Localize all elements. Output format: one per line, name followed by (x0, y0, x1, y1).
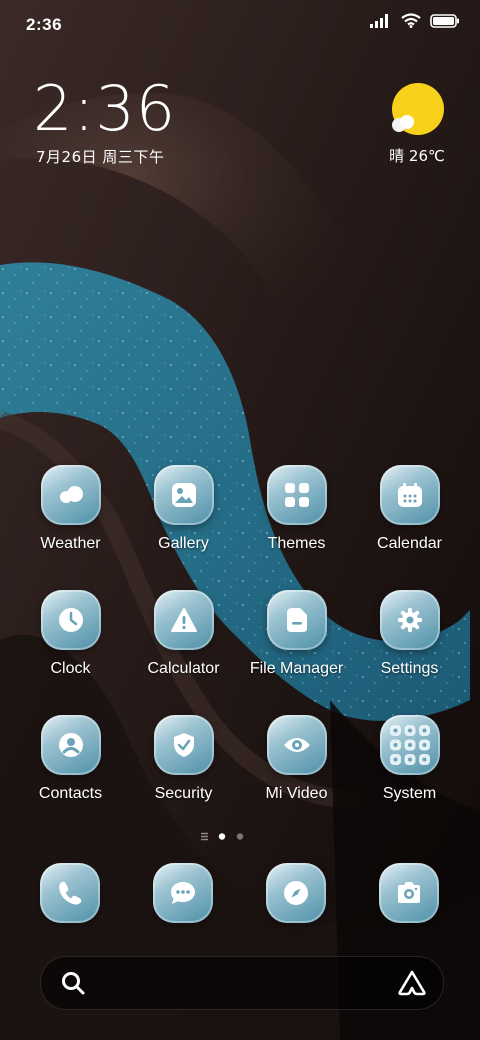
app-label: Calculator (147, 660, 220, 677)
signal-icon (370, 13, 388, 28)
grid-icon (266, 465, 327, 525)
app-themes[interactable]: Themes (240, 465, 353, 565)
app-security[interactable]: Security (127, 715, 240, 815)
dock-phone[interactable] (40, 863, 100, 923)
image-icon (153, 465, 214, 525)
camera-icon (379, 863, 439, 923)
status-icons (370, 13, 460, 28)
eye-icon (266, 715, 327, 775)
app-file-manager[interactable]: File Manager (240, 590, 353, 690)
app-system-folder[interactable]: System (353, 715, 466, 815)
folder-grid-icon (379, 715, 440, 775)
app-label: Settings (380, 660, 439, 677)
phone-icon (40, 863, 100, 923)
shield-check-icon (153, 715, 214, 775)
weather-widget[interactable]: 晴 26℃ (382, 80, 452, 170)
app-gallery[interactable]: Gallery (127, 465, 240, 565)
search-bar[interactable] (40, 956, 444, 1010)
assistant-icon[interactable] (397, 970, 427, 996)
app-label: Mi Video (265, 785, 328, 802)
home-clock[interactable]: 2:36 (33, 74, 176, 144)
feed-lines-icon (201, 832, 208, 841)
app-label: System (382, 785, 437, 802)
calendar-icon (379, 465, 440, 525)
cloud-icon (40, 465, 101, 525)
sunny-partly-cloudy-icon (392, 83, 444, 135)
app-label: Gallery (158, 535, 209, 552)
dock-browser[interactable] (266, 863, 326, 923)
gear-icon (379, 590, 440, 650)
wifi-icon (401, 13, 421, 28)
compass-icon (266, 863, 326, 923)
app-clock[interactable]: Clock (14, 590, 127, 690)
app-calendar[interactable]: Calendar (353, 465, 466, 565)
chat-bubble-icon (153, 863, 213, 923)
app-weather[interactable]: Weather (14, 465, 127, 565)
app-label: Clock (50, 660, 91, 677)
app-contacts[interactable]: Contacts (14, 715, 127, 815)
status-time: 2:36 (26, 15, 63, 34)
battery-icon (430, 13, 459, 28)
folder-icon (266, 590, 327, 650)
clock-icon (40, 590, 101, 650)
search-icon[interactable] (60, 970, 86, 996)
app-label: Themes (267, 535, 326, 552)
person-icon (40, 715, 101, 775)
app-calculator[interactable]: Calculator (127, 590, 240, 690)
page-indicator[interactable] (200, 830, 280, 842)
weather-text: 晴 26℃ (389, 147, 445, 165)
page-dot (236, 833, 244, 840)
app-settings[interactable]: Settings (353, 590, 466, 690)
app-label: Calendar (377, 535, 442, 552)
dock-messages[interactable] (153, 863, 213, 923)
app-label: Contacts (38, 785, 103, 802)
app-label: File Manager (249, 660, 344, 677)
dock-camera[interactable] (379, 863, 439, 923)
warning-triangle-icon (153, 590, 214, 650)
page-dot-active (218, 833, 226, 840)
app-mi-video[interactable]: Mi Video (240, 715, 353, 815)
home-date[interactable]: 7月26日 周三下午 (36, 146, 164, 167)
app-label: Security (154, 785, 213, 802)
app-label: Weather (40, 535, 101, 552)
